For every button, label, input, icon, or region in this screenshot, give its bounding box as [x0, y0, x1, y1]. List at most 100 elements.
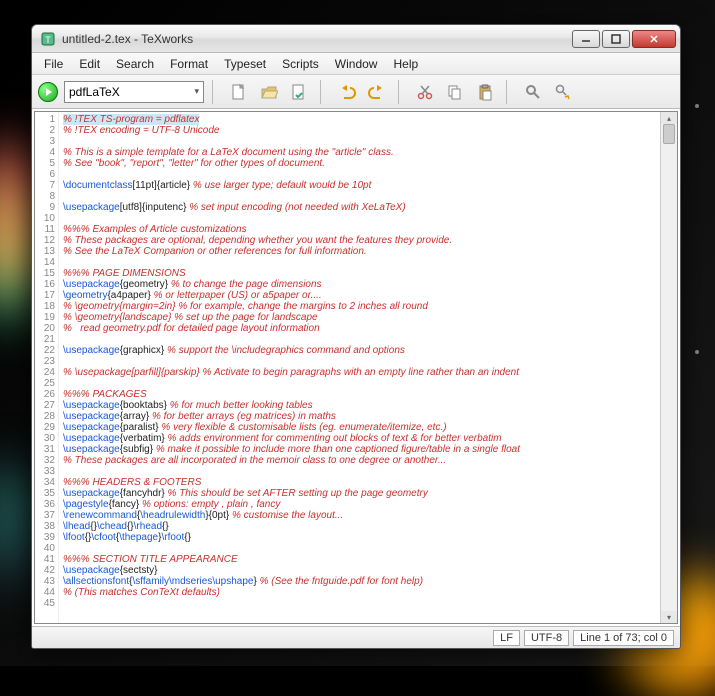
menu-edit[interactable]: Edit: [71, 55, 108, 73]
line-number: 33: [35, 466, 55, 477]
line-gutter: 1234567891011121314151617181920212223242…: [35, 112, 59, 623]
code-line[interactable]: % See "book", "report", "letter" for oth…: [63, 158, 656, 169]
code-line[interactable]: %%% Examples of Article customizations: [63, 224, 656, 235]
replace-button[interactable]: [550, 79, 576, 105]
titlebar[interactable]: T untitled-2.tex - TeXworks: [32, 25, 680, 53]
find-button[interactable]: [520, 79, 546, 105]
line-number: 25: [35, 378, 55, 389]
code-line[interactable]: \lfoot{}\cfoot{\thepage}\rfoot{}: [63, 532, 656, 543]
code-line[interactable]: % (This matches ConTeXt defaults): [63, 587, 656, 598]
code-line[interactable]: % These packages are optional, depending…: [63, 235, 656, 246]
code-line[interactable]: \allsectionsfont{\sffamily\mdseries\upsh…: [63, 576, 656, 587]
code-line[interactable]: % read geometry.pdf for detailed page la…: [63, 323, 656, 334]
typeset-run-button[interactable]: [38, 82, 58, 102]
menu-scripts[interactable]: Scripts: [274, 55, 327, 73]
line-number: 35: [35, 488, 55, 499]
code-line[interactable]: \usepackage[utf8]{inputenc} % set input …: [63, 202, 656, 213]
menu-help[interactable]: Help: [385, 55, 426, 73]
code-line[interactable]: \usepackage{booktabs} % for much better …: [63, 400, 656, 411]
code-line[interactable]: [63, 213, 656, 224]
line-number: 7: [35, 180, 55, 191]
status-encoding[interactable]: UTF-8: [524, 630, 569, 646]
code-line[interactable]: %%% SECTION TITLE APPEARANCE: [63, 554, 656, 565]
copy-button[interactable]: [442, 79, 468, 105]
code-line[interactable]: [63, 543, 656, 554]
menu-file[interactable]: File: [36, 55, 71, 73]
code-line[interactable]: % \geometry{margin=2in} % for example, c…: [63, 301, 656, 312]
code-line[interactable]: [63, 356, 656, 367]
code-line[interactable]: \usepackage{paralist} % very flexible & …: [63, 422, 656, 433]
code-line[interactable]: \documentclass[11pt]{article} % use larg…: [63, 180, 656, 191]
code-line[interactable]: \geometry{a4paper} % or letterpaper (US)…: [63, 290, 656, 301]
code-line[interactable]: % See the LaTeX Companion or other refer…: [63, 246, 656, 257]
line-number: 29: [35, 422, 55, 433]
code-line[interactable]: % !TEX encoding = UTF-8 Unicode: [63, 125, 656, 136]
code-line[interactable]: % \usepackage[parfill]{parskip} % Activa…: [63, 367, 656, 378]
line-number: 5: [35, 158, 55, 169]
code-line[interactable]: \usepackage{verbatim} % adds environment…: [63, 433, 656, 444]
code-line[interactable]: % These packages are all incorporated in…: [63, 455, 656, 466]
code-line[interactable]: [63, 334, 656, 345]
scroll-down-icon[interactable]: ▾: [661, 611, 677, 623]
line-number: 20: [35, 323, 55, 334]
redo-button[interactable]: [364, 79, 390, 105]
code-line[interactable]: [63, 598, 656, 609]
code-line[interactable]: % This is a simple template for a LaTeX …: [63, 147, 656, 158]
code-line[interactable]: \usepackage{sectsty}: [63, 565, 656, 576]
undo-button[interactable]: [334, 79, 360, 105]
status-eol[interactable]: LF: [493, 630, 520, 646]
code-line[interactable]: [63, 191, 656, 202]
line-number: 37: [35, 510, 55, 521]
code-line[interactable]: \pagestyle{fancy} % options: empty , pla…: [63, 499, 656, 510]
code-line[interactable]: [63, 169, 656, 180]
menu-format[interactable]: Format: [162, 55, 216, 73]
line-number: 22: [35, 345, 55, 356]
svg-text:T: T: [45, 35, 51, 45]
cut-button[interactable]: [412, 79, 438, 105]
code-line[interactable]: \usepackage{fancyhdr} % This should be s…: [63, 488, 656, 499]
menu-window[interactable]: Window: [327, 55, 386, 73]
code-editor[interactable]: % !TEX TS-program = pdflatex% !TEX encod…: [59, 112, 660, 623]
code-line[interactable]: \usepackage{geometry} % to change the pa…: [63, 279, 656, 290]
line-number: 24: [35, 367, 55, 378]
line-number: 23: [35, 356, 55, 367]
code-line[interactable]: \lhead{}\chead{}\rhead{}: [63, 521, 656, 532]
menu-search[interactable]: Search: [108, 55, 162, 73]
minimize-button[interactable]: [572, 30, 600, 48]
app-icon: T: [40, 31, 56, 47]
maximize-button[interactable]: [602, 30, 630, 48]
code-line[interactable]: \renewcommand{\headrulewidth}{0pt} % cus…: [63, 510, 656, 521]
open-file-button[interactable]: [256, 79, 282, 105]
code-line[interactable]: [63, 257, 656, 268]
code-line[interactable]: [63, 466, 656, 477]
menu-typeset[interactable]: Typeset: [216, 55, 274, 73]
line-number: 38: [35, 521, 55, 532]
line-number: 28: [35, 411, 55, 422]
scroll-thumb[interactable]: [663, 124, 675, 144]
status-position[interactable]: Line 1 of 73; col 0: [573, 630, 674, 646]
line-number: 43: [35, 576, 55, 587]
line-number: 4: [35, 147, 55, 158]
code-line[interactable]: %%% HEADERS & FOOTERS: [63, 477, 656, 488]
line-number: 31: [35, 444, 55, 455]
code-line[interactable]: %%% PACKAGES: [63, 389, 656, 400]
code-line[interactable]: \usepackage{graphicx} % support the \inc…: [63, 345, 656, 356]
code-line[interactable]: \usepackage{subfig} % make it possible t…: [63, 444, 656, 455]
scroll-up-icon[interactable]: ▴: [661, 112, 677, 124]
new-file-button[interactable]: [226, 79, 252, 105]
engine-select[interactable]: pdfLaTeX: [64, 81, 204, 103]
vertical-scrollbar[interactable]: ▴ ▾: [660, 112, 677, 623]
code-line[interactable]: \usepackage{array} % for better arrays (…: [63, 411, 656, 422]
line-number: 30: [35, 433, 55, 444]
save-file-button[interactable]: [286, 79, 312, 105]
code-line[interactable]: [63, 136, 656, 147]
line-number: 21: [35, 334, 55, 345]
code-line[interactable]: % !TEX TS-program = pdflatex: [63, 114, 656, 125]
close-button[interactable]: [632, 30, 676, 48]
paste-button[interactable]: [472, 79, 498, 105]
line-number: 2: [35, 125, 55, 136]
code-line[interactable]: % \geometry{landscape} % set up the page…: [63, 312, 656, 323]
line-number: 13: [35, 246, 55, 257]
code-line[interactable]: [63, 378, 656, 389]
code-line[interactable]: %%% PAGE DIMENSIONS: [63, 268, 656, 279]
